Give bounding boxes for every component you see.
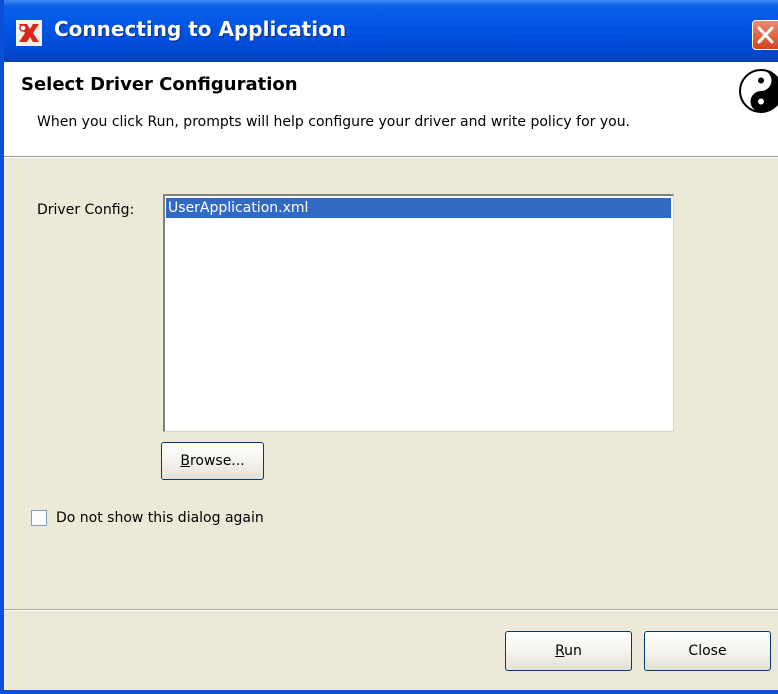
header-separator xyxy=(4,157,778,158)
page-description: When you click Run, prompts will help co… xyxy=(37,114,631,130)
run-mnemonic: R xyxy=(555,643,565,659)
yin-yang-icon xyxy=(739,69,778,113)
window-title: Connecting to Application xyxy=(54,17,347,41)
close-button[interactable]: Close xyxy=(644,631,771,671)
do-not-show-checkbox[interactable] xyxy=(31,510,47,526)
browse-mnemonic: B xyxy=(180,453,190,469)
browse-button[interactable]: Browse... xyxy=(161,442,264,480)
driver-config-list[interactable]: UserApplication.xml xyxy=(163,194,674,432)
page-title: Select Driver Configuration xyxy=(21,74,298,95)
footer-separator-highlight xyxy=(4,610,778,611)
driver-config-label: Driver Config: xyxy=(37,202,135,218)
do-not-show-label[interactable]: Do not show this dialog again xyxy=(56,510,264,526)
header-panel: Select Driver Configuration When you cli… xyxy=(4,62,778,157)
browse-label: rowse... xyxy=(189,453,245,469)
run-label: un xyxy=(564,643,582,659)
title-bar[interactable]: Connecting to Application xyxy=(4,0,778,62)
run-button[interactable]: Run xyxy=(505,631,632,671)
novell-designer-icon xyxy=(16,20,42,46)
close-icon[interactable] xyxy=(752,20,778,50)
dialog-window: Connecting to Application Select Driver … xyxy=(0,0,778,694)
list-item[interactable]: UserApplication.xml xyxy=(166,198,671,218)
